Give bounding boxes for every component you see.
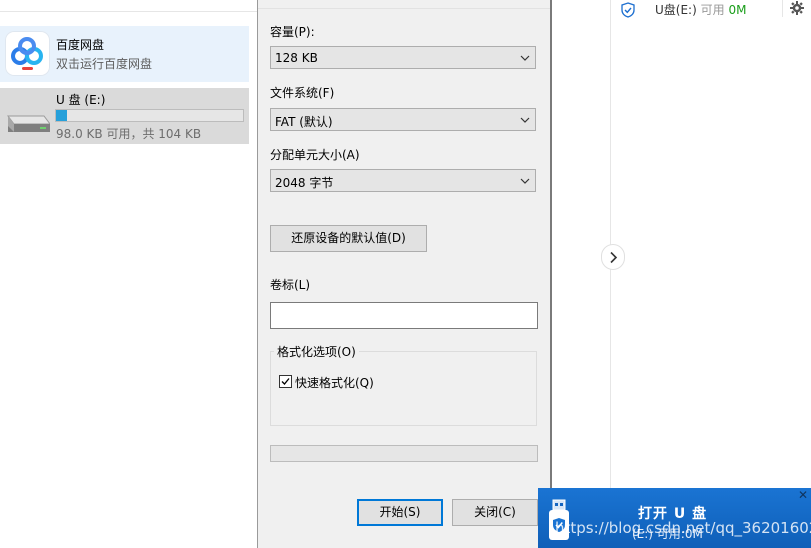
usb-drive-title: U 盘 (E:): [56, 93, 106, 107]
checkmark-icon: [281, 378, 290, 385]
divider: [258, 8, 550, 9]
chevron-right-icon: [610, 251, 618, 264]
usb-label: U盘(E:): [655, 3, 697, 17]
start-button[interactable]: 开始(S): [357, 499, 443, 526]
list-item-baidu-netdisk[interactable]: 百度网盘 双击运行百度网盘: [0, 26, 249, 82]
format-options-legend: 格式化选项(O): [274, 343, 359, 360]
usb-usage-bar: [55, 109, 244, 122]
allocation-select[interactable]: 2048 字节: [270, 169, 536, 192]
allocation-value: 2048 字节: [275, 176, 334, 190]
usb-status-text: U盘(E:) 可用 0M: [655, 1, 746, 18]
baidu-subtitle: 双击运行百度网盘: [56, 57, 153, 71]
capacity-label: 容量(P):: [270, 25, 315, 39]
restore-defaults-button[interactable]: 还原设备的默认值(D): [270, 225, 427, 252]
format-progress-bar: [270, 445, 538, 462]
drive-list-panel: 百度网盘 双击运行百度网盘 U 盘 (E:) 98.0 KB 可用，共 104 …: [0, 0, 257, 548]
gear-icon: [790, 1, 804, 15]
capacity-value: 128 KB: [275, 51, 318, 65]
list-item-usb-drive[interactable]: U 盘 (E:) 98.0 KB 可用，共 104 KB: [0, 88, 249, 144]
close-icon[interactable]: ✕: [797, 489, 809, 501]
usb-usage-text: 98.0 KB 可用，共 104 KB: [56, 127, 202, 141]
shield-icon: [621, 2, 635, 18]
divider: [0, 11, 257, 12]
format-dialog: 容量(P): 128 KB 文件系统(F) FAT (默认) 分配单元大小(A)…: [258, 0, 550, 548]
baidu-netdisk-icon: [5, 31, 50, 76]
baidu-title: 百度网盘: [56, 38, 105, 52]
free-value: 0M: [728, 3, 747, 17]
volume-label: 卷标(L): [270, 278, 311, 292]
divider: [610, 0, 611, 548]
usb-usage-fill: [56, 110, 68, 121]
chevron-down-icon: [520, 178, 530, 184]
collapse-toggle[interactable]: [601, 244, 625, 270]
open-usb-popup[interactable]: 打开 U 盘 (E:) 可用:0M ✕: [538, 488, 811, 548]
usb-assistant-pane: [552, 0, 811, 548]
chevron-down-icon: [520, 55, 530, 61]
close-button[interactable]: 关闭(C): [452, 499, 538, 526]
free-label: 可用: [700, 3, 725, 17]
settings-button[interactable]: [782, 0, 811, 17]
allocation-label: 分配单元大小(A): [270, 148, 360, 162]
capacity-select[interactable]: 128 KB: [270, 46, 536, 69]
chevron-down-icon: [520, 117, 530, 123]
usb-drive-icon: [4, 104, 51, 136]
filesystem-value: FAT (默认): [275, 115, 333, 129]
quick-format-checkbox[interactable]: [279, 375, 292, 388]
filesystem-select[interactable]: FAT (默认): [270, 108, 536, 131]
volume-label-input[interactable]: [270, 302, 538, 329]
filesystem-label: 文件系统(F): [270, 86, 335, 100]
quick-format-label[interactable]: 快速格式化(Q): [295, 374, 374, 391]
watermark-text: https://blog.csdn.net/qq_36201602: [555, 519, 811, 537]
